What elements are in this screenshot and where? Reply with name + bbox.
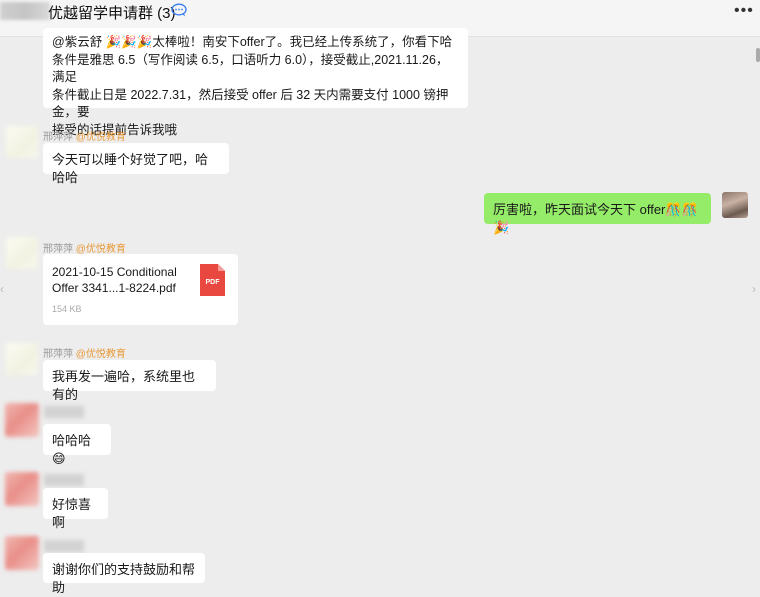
message-text: 哈哈哈😄 <box>52 433 92 466</box>
message-bubble[interactable]: 我再发一遍哈，系统里也有的 <box>43 360 216 402</box>
message-bubble-announcement[interactable]: @紫云舒 🎉🎉🎉太棒啦！南安下offer了。我已经上传系统了，你看下哈 条件是雅… <box>43 28 468 137</box>
avatar[interactable] <box>5 536 39 570</box>
more-icon[interactable]: ••• <box>734 2 754 20</box>
chat-title[interactable]: 优越留学申请群 (3) <box>48 2 176 23</box>
right-edge-marker: › <box>752 282 756 296</box>
sender-name: 邢萍萍 <box>43 349 73 360</box>
message-text: 今天可以睡个好觉了吧，哈哈哈 <box>52 152 209 185</box>
avatar[interactable] <box>6 343 38 375</box>
message-text: 好惊喜啊 <box>52 497 92 530</box>
message-text: 我再发一遍哈，系统里也有的 <box>52 369 196 402</box>
blurred-sender-name <box>44 474 84 486</box>
avatar[interactable] <box>6 237 38 269</box>
sender-name: 邢萍萍 <box>43 132 73 143</box>
message-bubble[interactable]: 哈哈哈😄 <box>43 424 111 466</box>
avatar[interactable] <box>5 472 39 506</box>
sender-org: @优悦教育 <box>75 349 126 360</box>
message-line: @紫云舒 🎉🎉🎉太棒啦！南安下offer了。我已经上传系统了，你看下哈 <box>52 35 453 49</box>
file-attachment-card[interactable]: 2021-10-15 Conditional Offer 3341...1-82… <box>43 254 238 325</box>
scrollbar-thumb[interactable] <box>756 48 760 62</box>
message-line: 条件截止日是 2022.7.31，然后接受 offer 后 32 天内需要支付 … <box>52 87 449 120</box>
self-message-bubble[interactable]: 厉害啦，昨天面试今天下 offer🎊🎊🎉 <box>484 193 711 235</box>
avatar[interactable] <box>5 403 39 437</box>
avatar[interactable] <box>6 126 38 158</box>
file-size: 154 KB <box>52 304 82 314</box>
message-line: 条件是雅思 6.5（写作阅读 6.5，口语听力 6.0），接受截止,2021.1… <box>52 52 449 85</box>
left-edge-marker: ‹ <box>0 282 4 296</box>
message-bubble[interactable]: 好惊喜啊 <box>43 488 108 530</box>
message-bubble[interactable]: 今天可以睡个好觉了吧，哈哈哈 <box>43 143 229 185</box>
message-text: 厉害啦，昨天面试今天下 offer🎊🎊🎉 <box>493 202 698 235</box>
sender-org: @优悦教育 <box>75 132 126 143</box>
blurred-sender-name <box>44 406 84 418</box>
group-chat-icon[interactable] <box>171 3 187 17</box>
sender-label: 邢萍萍 @优悦教育 <box>43 240 126 255</box>
sender-label: 邢萍萍 @优悦教育 <box>43 128 126 143</box>
self-avatar[interactable] <box>722 192 748 218</box>
blurred-title-prefix <box>0 2 50 20</box>
sender-label: 邢萍萍 @优悦教育 <box>43 345 126 360</box>
file-name: 2021-10-15 Conditional Offer 3341...1-82… <box>52 265 177 295</box>
pdf-badge-label: PDF <box>205 279 220 286</box>
blurred-sender-name <box>44 540 84 552</box>
